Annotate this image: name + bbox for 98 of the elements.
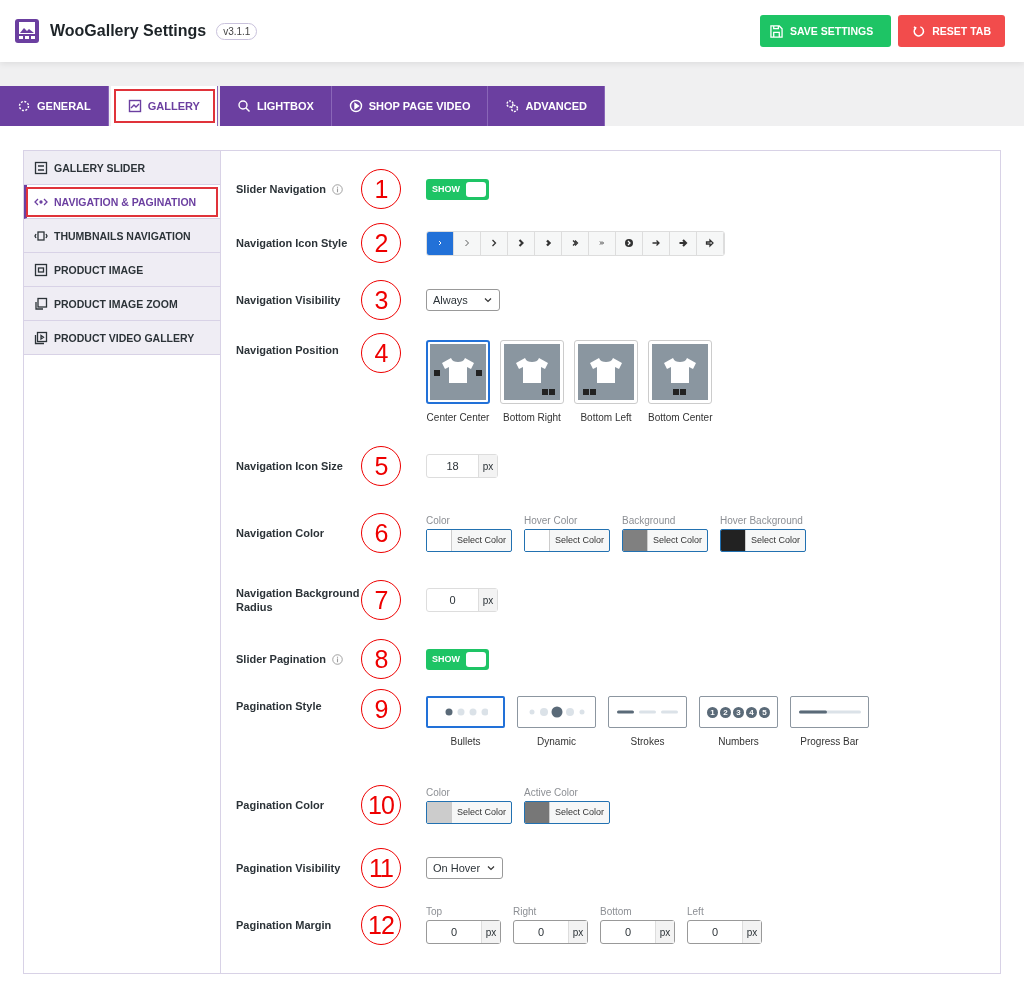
settings-tab[interactable]: GENERAL [0,86,109,126]
sidebar-item[interactable]: PRODUCT IMAGE ZOOM [24,287,220,321]
setting-label: Navigation Icon Size [236,459,343,473]
settings-tab[interactable]: SHOP PAGE VIDEO [331,86,489,126]
setting-label: Slider Pagination [236,652,326,666]
t-shirt-preview-icon [504,344,560,400]
option-caption: Dynamic [537,736,576,747]
pagination-style-option[interactable] [790,696,869,728]
icon-style-option[interactable] [562,231,589,255]
sidebar-item[interactable]: GALLERY SLIDER [24,151,220,185]
play-icon [348,99,363,113]
image-frame-icon [34,262,48,277]
page-number: 3 [733,706,744,718]
app-title: WooGallery Settings [50,22,207,40]
icon-style-option[interactable] [616,231,643,255]
number-field[interactable]: 0 px [426,588,498,612]
field-label: Top [426,906,444,917]
field-label: Bottom [600,906,633,917]
position-option[interactable] [426,340,490,404]
strokes-preview-icon [616,709,679,715]
setting-label: Slider Navigation [236,182,326,196]
video-frame-icon [34,330,48,345]
reset-icon [912,24,926,38]
number-field[interactable]: 0 px [513,920,588,944]
setting-label: Pagination Color [236,798,324,812]
number-field[interactable]: 0 px [600,920,675,944]
setting-label: Pagination Margin [236,918,332,932]
visibility-dropdown[interactable]: On Hover [426,857,504,879]
color-picker[interactable]: Select Color [524,800,610,824]
page-number: 5 [759,706,770,718]
progress-preview-icon [798,709,861,715]
chevron-down-icon [486,863,497,873]
color-picker[interactable]: Select Color [524,528,610,552]
icon-style-option[interactable] [643,231,670,255]
settings-tab[interactable]: ADVANCED [488,86,605,126]
info-icon[interactable] [331,653,343,665]
t-shirt-preview-icon [430,344,486,400]
search-icon [236,99,251,113]
pagination-style-option[interactable] [426,696,505,728]
option-caption: Bottom Center [648,412,713,423]
field-label: Left [687,906,705,917]
setting-label: Navigation Position [236,343,339,357]
option-caption: Bottom Right [503,412,561,423]
field-label: Active Color [524,786,579,798]
page-number: 4 [746,706,757,718]
icon-style-option[interactable] [697,231,724,255]
arrow-icon [677,237,689,249]
sidebar-item[interactable]: PRODUCT IMAGE [24,253,220,287]
field-label: Color [426,514,451,526]
option-caption: Bullets [450,736,481,747]
zoom-frame-icon [34,296,48,311]
pagination-style-option[interactable] [517,696,596,728]
setting-label: Navigation Visibility [236,293,341,307]
t-shirt-preview-icon [652,344,709,400]
setting-label: Navigation Color [236,526,324,540]
color-picker[interactable]: Select Color [720,528,806,552]
setting-label: Pagination Visibility [236,861,341,875]
floppy-disk-icon [770,24,783,38]
info-icon[interactable] [331,183,343,195]
option-caption: Center Center [426,412,490,423]
field-label: Hover Color [524,514,579,526]
setting-label: Navigation Icon Style [236,236,348,250]
option-caption: Bottom Left [580,412,632,423]
chevron-down-icon [483,295,493,305]
image-icon [127,99,142,113]
pagination-style-option[interactable]: 1 2 3 4 5 [699,696,778,728]
number-field[interactable]: 0 px [687,920,762,944]
t-shirt-preview-icon [578,344,634,400]
sliders-icon [34,160,48,175]
page-number: 2 [720,706,731,718]
sidebar-item[interactable]: THUMBNAILS NAVIGATION [24,219,220,253]
pagination-style-option[interactable] [608,696,687,728]
number-field[interactable]: 0 px [426,920,501,944]
page-number: 1 [707,706,718,718]
option-caption: Numbers [718,736,759,747]
option-caption: Progress Bar [800,736,859,747]
sidebar-item[interactable]: NAVIGATION & PAGINATION [24,185,220,219]
annotation-number: 2 [361,223,401,263]
field-label: Color [426,786,451,798]
visibility-dropdown[interactable]: Always [426,289,500,311]
icon-style-option[interactable] [670,231,697,255]
color-picker[interactable]: Select Color [426,528,512,552]
color-picker[interactable]: Select Color [622,528,708,552]
field-label: Hover Background [720,514,804,526]
field-label: Right [513,906,538,917]
option-caption: Strokes [630,736,665,747]
sidebar-item[interactable]: PRODUCT VIDEO GALLERY [24,321,220,355]
color-picker[interactable]: Select Color [426,800,512,824]
gallery-logo-icon [14,18,40,44]
reset-tab-button[interactable]: RESET TAB [898,15,1005,47]
bullets-preview-icon [443,707,488,717]
arrow-icon [704,237,716,249]
setting-label: Navigation Background Radius [236,586,361,614]
field-label: Background [622,514,677,526]
number-field[interactable]: 18 px [426,454,498,478]
settings-tab[interactable]: LIGHTBOX [219,86,332,126]
setting-label: Pagination Style [236,699,322,713]
settings-tab[interactable]: GALLERY [110,86,218,126]
